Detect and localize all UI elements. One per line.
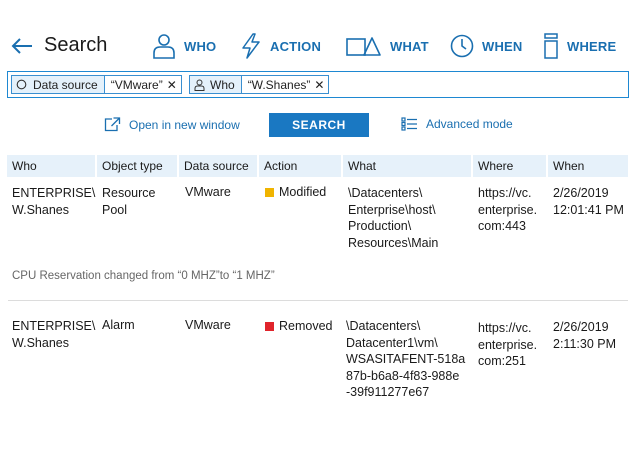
- column-header-data-source[interactable]: Data source: [179, 155, 257, 177]
- filter-key-label: Who: [210, 77, 235, 92]
- action-status-indicator: [265, 187, 274, 197]
- cell-object-type: Alarm: [102, 318, 135, 332]
- filter-key-label: Data source: [33, 77, 98, 92]
- cell-what: \Datacenters\ Enterprise\host\ Productio…: [348, 186, 439, 250]
- search-button[interactable]: SEARCH: [269, 113, 369, 137]
- filter-chip-data-source[interactable]: Data source “VMware” ✕: [11, 75, 182, 94]
- nav-action-label: ACTION: [270, 38, 322, 54]
- top-navigation: Search WHO ACTION WHAT WHEN WHERE: [0, 0, 640, 68]
- nav-action[interactable]: ACTION: [240, 32, 321, 60]
- cell-where: https://vc. enterprise. com:251: [478, 321, 538, 368]
- list-icon: [401, 117, 417, 131]
- nav-when-label: WHEN: [482, 38, 523, 54]
- filter-bar[interactable]: Data source “VMware” ✕ Who “W.Shanes” ✕: [7, 71, 629, 98]
- nav-when[interactable]: WHEN: [450, 32, 523, 60]
- cell-data-source: VMware: [185, 318, 231, 332]
- column-header-object-type[interactable]: Object type: [97, 155, 177, 177]
- action-label: Modified: [279, 185, 327, 199]
- filter-chip-key: Who: [190, 76, 241, 93]
- page-title: Search: [44, 34, 108, 56]
- action-label: Removed: [279, 319, 333, 333]
- table-header: Who Object type Data source Action What …: [0, 155, 640, 177]
- nav-what-label: WHAT: [390, 38, 429, 54]
- column-header-when[interactable]: When: [548, 155, 628, 177]
- cell-who: ENTERPRISE\ W.Shanes: [12, 319, 96, 350]
- advanced-mode-link[interactable]: Advanced mode: [401, 117, 513, 131]
- nav-who[interactable]: WHO: [152, 32, 216, 60]
- filter-chip-who[interactable]: Who “W.Shanes” ✕: [189, 75, 330, 94]
- column-header-who[interactable]: Who: [7, 155, 95, 177]
- row-divider: [8, 300, 628, 301]
- cell-when: 2/26/2019 12:01:41 PM: [553, 186, 624, 217]
- advanced-mode-label: Advanced mode: [426, 117, 513, 131]
- filter-chip-value: “W.Shanes” ✕: [240, 76, 329, 93]
- filter-value-label: “W.Shanes”: [247, 77, 311, 92]
- filter-chip-key: Data source: [12, 76, 104, 93]
- nav-who-label: WHO: [184, 38, 217, 54]
- lightning-icon: [242, 33, 260, 59]
- back-arrow-icon[interactable]: [10, 36, 34, 56]
- remove-filter-icon[interactable]: ✕: [167, 78, 177, 92]
- nav-what[interactable]: WHAT: [346, 32, 429, 60]
- change-details-note: CPU Reservation changed from “0 MHZ”to “…: [12, 270, 275, 282]
- open-new-window-label: Open in new window: [129, 117, 240, 132]
- external-link-icon: [104, 117, 121, 132]
- cell-action: Modified: [265, 184, 326, 201]
- column-header-action[interactable]: Action: [259, 155, 341, 177]
- column-header-where[interactable]: Where: [473, 155, 546, 177]
- cell-object-type: Resource Pool: [102, 186, 156, 217]
- remove-filter-icon[interactable]: ✕: [314, 78, 324, 92]
- cell-what: \Datacenters\ Datacenter1\vm\ WSASITAFEN…: [346, 319, 466, 399]
- action-status-indicator: [265, 321, 274, 331]
- nav-where[interactable]: WHERE: [543, 32, 616, 60]
- person-icon: [153, 34, 175, 59]
- cell-who: ENTERPRISE\ W.Shanes: [12, 186, 96, 217]
- open-new-window-link[interactable]: Open in new window: [104, 117, 240, 132]
- cell-when: 2/26/2019 2:11:30 PM: [553, 320, 617, 351]
- cell-where: https://vc. enterprise. com:443: [478, 186, 538, 233]
- filter-value-label: “VMware”: [110, 77, 163, 92]
- filter-chip-value: “VMware” ✕: [103, 76, 181, 93]
- server-icon: [544, 33, 558, 59]
- column-header-what[interactable]: What: [343, 155, 471, 177]
- cell-data-source: VMware: [185, 185, 231, 199]
- circle-icon: [16, 79, 27, 90]
- cell-action: Removed: [265, 318, 333, 335]
- person-icon: [194, 79, 205, 91]
- shapes-icon: [346, 37, 381, 56]
- nav-where-label: WHERE: [567, 38, 617, 54]
- clock-icon: [450, 34, 474, 58]
